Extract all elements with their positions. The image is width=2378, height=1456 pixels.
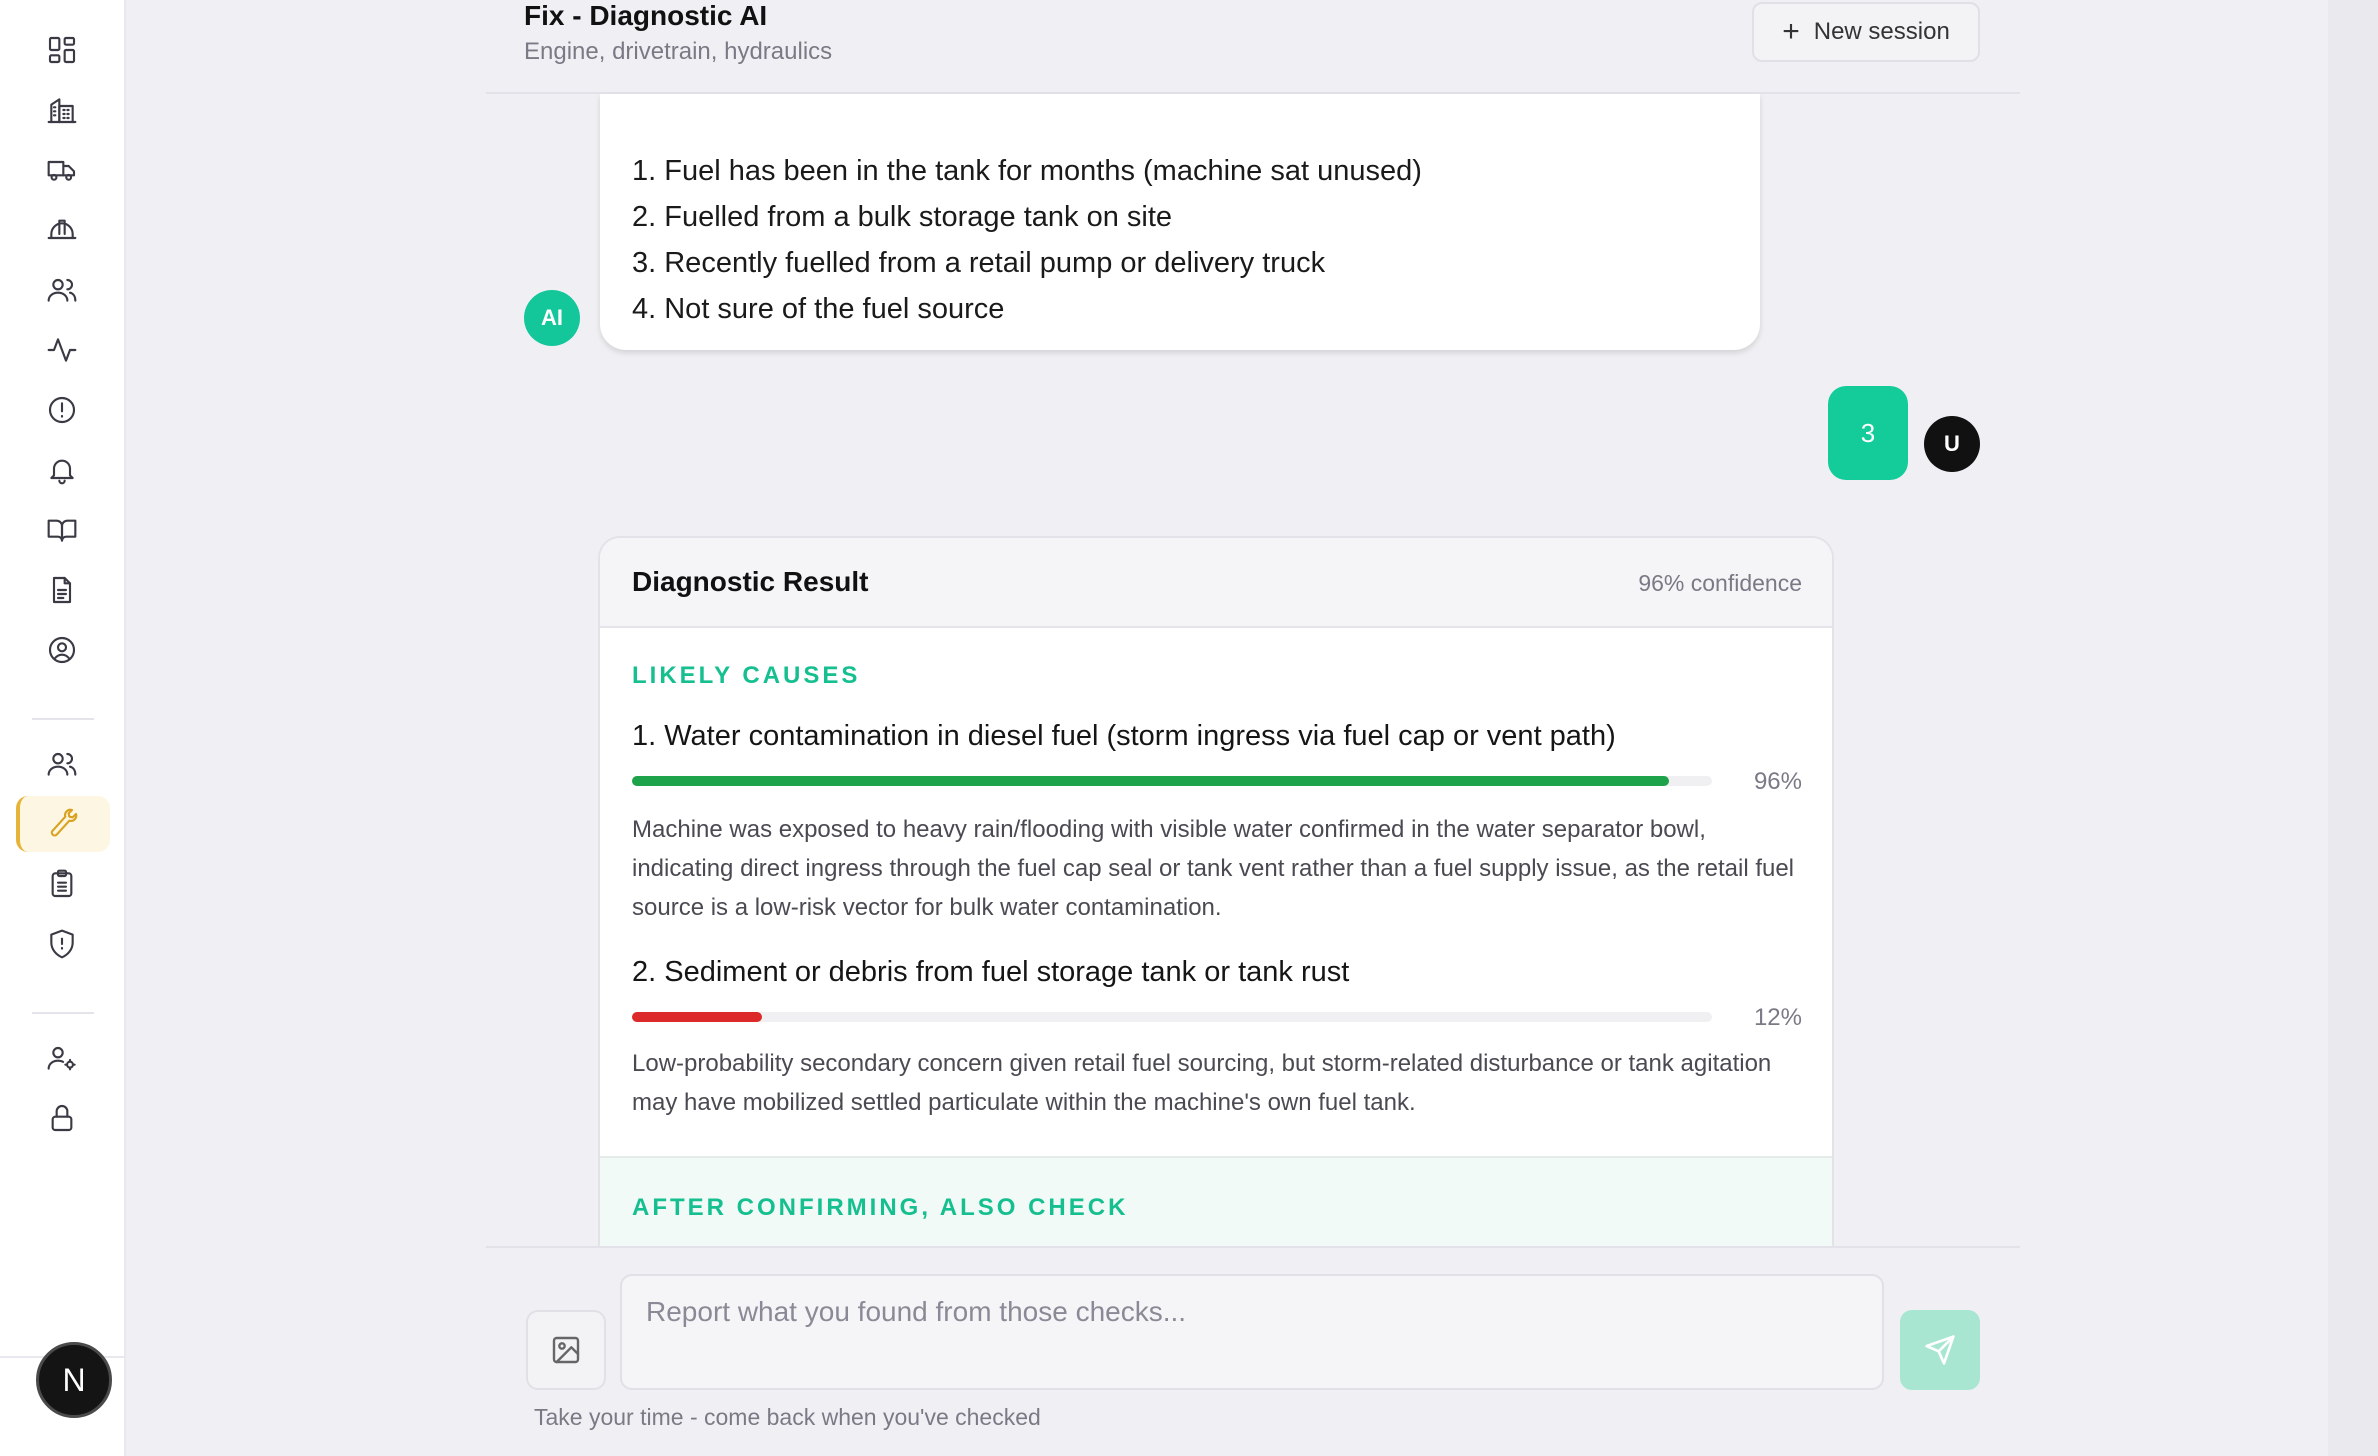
team-icon[interactable] xyxy=(40,742,84,786)
shield-alert-icon[interactable] xyxy=(40,922,84,966)
message-composer: Take your time - come back when you've c… xyxy=(486,1246,2020,1456)
diagnostic-result-card: Diagnostic Result 96% confidence LIKELY … xyxy=(598,536,1834,1246)
user-settings-icon[interactable] xyxy=(40,1036,84,1080)
cause-title: 2. Sediment or debris from fuel storage … xyxy=(632,956,1350,988)
page-title: Fix - Diagnostic AI xyxy=(524,0,768,31)
result-title: Diagnostic Result xyxy=(632,566,869,597)
list-item: 1. Fuel has been in the tank for months … xyxy=(632,155,1422,187)
after-confirming-heading: AFTER CONFIRMING, ALSO CHECK xyxy=(632,1194,1129,1221)
book-open-icon[interactable] xyxy=(40,508,84,552)
sidebar: N xyxy=(0,0,126,1456)
lock-icon[interactable] xyxy=(40,1096,84,1140)
fuel-source-options: 1. Fuel has been in the tank for months … xyxy=(632,148,1728,332)
new-session-label: New session xyxy=(1813,18,1950,45)
result-card-header: Diagnostic Result 96% confidence xyxy=(600,538,1832,628)
dashboard-icon[interactable] xyxy=(40,28,84,72)
ai-message-bubble: 1. Fuel has been in the tank for months … xyxy=(600,94,1760,350)
user-message-bubble: 3 xyxy=(1828,386,1908,480)
cause-probability-label: 12% xyxy=(1753,1004,1802,1031)
send-button[interactable] xyxy=(1900,1310,1980,1390)
alert-circle-icon[interactable] xyxy=(40,388,84,432)
image-icon xyxy=(550,1334,582,1366)
composer-hint: Take your time - come back when you've c… xyxy=(534,1404,1041,1430)
attach-image-button[interactable] xyxy=(526,1310,606,1390)
cause-probability-bar xyxy=(632,776,1712,786)
scrollbar[interactable] xyxy=(2328,0,2378,1456)
ai-avatar: AI xyxy=(524,290,580,346)
clipboard-icon[interactable] xyxy=(40,862,84,906)
sidebar-divider xyxy=(32,1012,94,1014)
likely-causes-heading: LIKELY CAUSES xyxy=(632,662,861,689)
cause-description: Low-probability secondary concern given … xyxy=(632,1050,1772,1116)
plus-icon: + xyxy=(1782,15,1800,48)
cause-probability-label: 96% xyxy=(1753,768,1802,795)
hard-hat-icon[interactable] xyxy=(40,208,84,252)
cause-probability-bar xyxy=(632,1012,1712,1022)
cause-description: Machine was exposed to heavy rain/floodi… xyxy=(632,816,1795,921)
wrench-icon[interactable] xyxy=(40,802,84,846)
cause-title: 1. Water contamination in diesel fuel (s… xyxy=(632,720,1616,752)
send-icon xyxy=(1924,1334,1956,1366)
cause-probability-fill xyxy=(632,776,1669,786)
confidence-label: 96% confidence xyxy=(1638,570,1802,596)
list-item: 2. Fuelled from a bulk storage tank on s… xyxy=(632,201,1173,233)
sidebar-divider xyxy=(32,718,94,720)
file-text-icon[interactable] xyxy=(40,568,84,612)
new-session-button[interactable]: + New session xyxy=(1752,2,1980,62)
page-subtitle: Engine, drivetrain, hydraulics xyxy=(524,38,833,65)
activity-icon[interactable] xyxy=(40,328,84,372)
user-avatar: U xyxy=(1924,416,1980,472)
user-circle-icon[interactable] xyxy=(40,628,84,672)
users-icon[interactable] xyxy=(40,268,84,312)
list-item: 4. Not sure of the fuel source xyxy=(632,293,1005,325)
cause-probability-fill xyxy=(632,1012,762,1022)
message-input[interactable] xyxy=(620,1274,1884,1390)
bell-icon[interactable] xyxy=(40,448,84,492)
building-icon[interactable] xyxy=(40,88,84,132)
chat-header: Fix - Diagnostic AI Engine, drivetrain, … xyxy=(486,0,2020,94)
truck-icon[interactable] xyxy=(40,148,84,192)
list-item: 3. Recently fuelled from a retail pump o… xyxy=(632,247,1326,279)
after-confirming-section: AFTER CONFIRMING, ALSO CHECK xyxy=(600,1156,1832,1246)
avatar[interactable]: N xyxy=(36,1342,112,1418)
